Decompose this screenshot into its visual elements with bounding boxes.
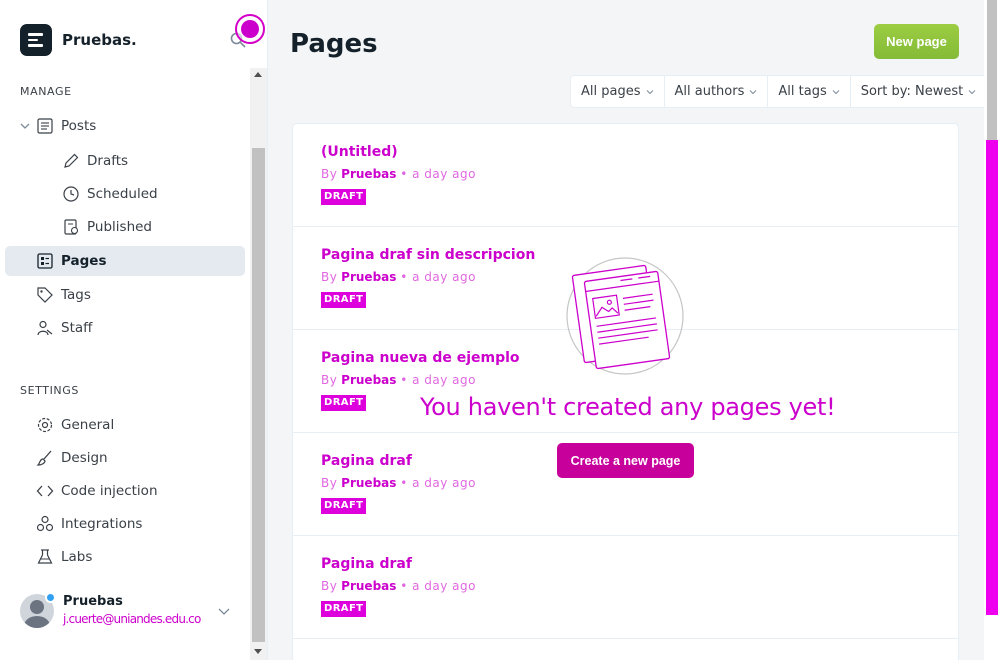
sidebar-scrollbar-thumb[interactable] bbox=[252, 148, 265, 642]
gear-icon bbox=[37, 417, 53, 433]
manage-section-label: MANAGE bbox=[20, 85, 72, 98]
chevron-down-icon bbox=[646, 89, 653, 94]
page-scrollbar-thumb[interactable] bbox=[987, 0, 997, 140]
integrations-icon bbox=[36, 515, 54, 532]
sidebar-item-code-injection[interactable]: Code injection bbox=[5, 476, 245, 506]
page-meta: By Pruebas • a day ago bbox=[321, 579, 476, 593]
page-title-link[interactable]: Pagina nueva de ejemplo bbox=[321, 350, 520, 366]
filter-author[interactable]: All authors bbox=[665, 76, 769, 107]
sidebar-item-label: Scheduled bbox=[87, 186, 158, 202]
chevron-down-icon bbox=[968, 89, 976, 94]
sidebar-item-tags[interactable]: Tags bbox=[5, 280, 245, 310]
sidebar-item-label: Tags bbox=[61, 287, 91, 303]
sidebar-item-design[interactable]: Design bbox=[5, 443, 245, 473]
published-icon bbox=[64, 219, 79, 235]
sidebar-item-pages[interactable]: Pages bbox=[5, 246, 245, 276]
page-scrollbar-highlight[interactable] bbox=[986, 140, 998, 615]
status-badge: DRAFT bbox=[321, 395, 367, 411]
list-item[interactable]: (Untitled) By Pruebas • a day ago DRAFT bbox=[293, 124, 958, 227]
pencil-icon bbox=[64, 153, 79, 168]
sidebar-item-label: Staff bbox=[61, 320, 93, 336]
code-icon bbox=[36, 485, 54, 497]
filter-label: All authors bbox=[674, 84, 745, 99]
sidebar-item-drafts[interactable]: Drafts bbox=[5, 146, 245, 176]
settings-section-label: SETTINGS bbox=[20, 384, 79, 397]
sidebar-item-label: Design bbox=[61, 450, 108, 466]
page-title: Pages bbox=[290, 29, 378, 59]
sidebar-item-labs[interactable]: Labs bbox=[5, 542, 245, 572]
chevron-down-icon[interactable] bbox=[19, 120, 31, 132]
new-page-button[interactable]: New page bbox=[874, 24, 959, 59]
filter-sort[interactable]: Sort by: Newest bbox=[851, 76, 987, 107]
sidebar-item-general[interactable]: General bbox=[5, 410, 245, 440]
sidebar-item-staff[interactable]: Staff bbox=[5, 313, 245, 343]
page-title-link[interactable]: Pagina draf bbox=[321, 556, 412, 572]
page-title-link[interactable]: Pagina draf sin descripcion bbox=[321, 247, 535, 263]
pages-illustration-icon bbox=[566, 257, 684, 375]
tag-icon bbox=[37, 287, 53, 303]
brand-name: Pruebas. bbox=[62, 31, 137, 49]
sidebar-item-label: Labs bbox=[61, 549, 93, 565]
sidebar-item-label: Integrations bbox=[61, 516, 143, 532]
clock-icon bbox=[63, 186, 79, 202]
user-name: Pruebas bbox=[63, 594, 123, 609]
filter-label: Sort by: Newest bbox=[860, 84, 964, 99]
status-badge: DRAFT bbox=[321, 601, 367, 617]
sidebar-item-label: Code injection bbox=[61, 483, 158, 499]
brand[interactable]: Pruebas. bbox=[20, 24, 137, 56]
filter-type[interactable]: All pages bbox=[571, 76, 665, 107]
sidebar-item-published[interactable]: Published bbox=[5, 212, 245, 242]
brand-logo-icon bbox=[20, 24, 52, 56]
status-badge: DRAFT bbox=[321, 292, 367, 308]
sidebar-item-label: Pages bbox=[61, 253, 107, 269]
user-menu[interactable]: Pruebas j.cuerte@uniandes.edu.co bbox=[20, 592, 245, 632]
chevron-down-icon bbox=[750, 89, 757, 94]
sidebar-item-label: Posts bbox=[61, 118, 97, 134]
chevron-down-icon[interactable] bbox=[217, 604, 231, 618]
scroll-up-arrow-icon[interactable] bbox=[254, 72, 262, 77]
filter-tag[interactable]: All tags bbox=[768, 76, 851, 107]
status-badge: DRAFT bbox=[321, 498, 367, 514]
list-item[interactable]: Pagina draf By Pruebas • a day ago DRAFT bbox=[293, 536, 958, 639]
page-meta: By Pruebas • a day ago bbox=[321, 270, 476, 284]
sidebar-item-scheduled[interactable]: Scheduled bbox=[5, 179, 245, 209]
page-title-link[interactable]: Pagina draf bbox=[321, 453, 412, 469]
sidebar-item-posts[interactable]: Posts bbox=[5, 111, 245, 141]
brush-icon bbox=[36, 450, 52, 466]
cursor-indicator bbox=[235, 14, 265, 44]
staff-icon bbox=[37, 320, 53, 336]
create-new-page-button[interactable]: Create a new page bbox=[557, 443, 694, 478]
sidebar-item-label: General bbox=[61, 417, 115, 433]
flask-icon bbox=[37, 549, 53, 564]
filter-bar: All pages All authors All tags Sort by: … bbox=[570, 75, 988, 108]
page-title-link[interactable]: (Untitled) bbox=[321, 144, 398, 160]
sidebar-item-label: Drafts bbox=[87, 153, 129, 169]
chevron-down-icon bbox=[832, 89, 840, 94]
filter-label: All pages bbox=[581, 84, 641, 99]
status-dot bbox=[45, 592, 56, 603]
page-meta: By Pruebas • a day ago bbox=[321, 167, 476, 181]
sidebar: Pruebas. MANAGE Posts Drafts Scheduled P… bbox=[0, 0, 268, 660]
pages-list: (Untitled) By Pruebas • a day ago DRAFT … bbox=[292, 123, 959, 660]
page-meta: By Pruebas • a day ago bbox=[321, 373, 476, 387]
empty-state-message: You haven't created any pages yet! bbox=[420, 393, 836, 421]
status-badge: DRAFT bbox=[321, 189, 367, 205]
posts-icon bbox=[37, 118, 53, 134]
page-meta: By Pruebas • a day ago bbox=[321, 476, 476, 490]
pages-icon bbox=[37, 253, 53, 269]
filter-label: All tags bbox=[778, 84, 827, 99]
scroll-down-arrow-icon[interactable] bbox=[254, 649, 262, 654]
user-email: j.cuerte@uniandes.edu.co bbox=[63, 612, 201, 626]
sidebar-item-label: Published bbox=[87, 219, 152, 235]
sidebar-item-integrations[interactable]: Integrations bbox=[5, 509, 245, 539]
